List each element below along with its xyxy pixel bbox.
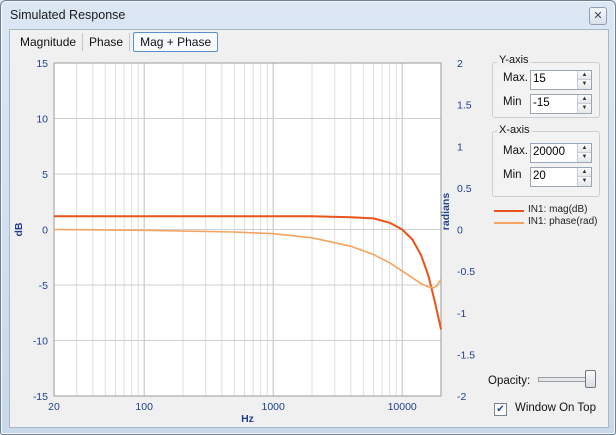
y-right-tick-label: 1 (457, 141, 463, 153)
y-left-tick-label: 10 (36, 114, 48, 126)
y-right-tick-label: 2 (457, 58, 463, 70)
y-right-tick-label: -2 (457, 391, 466, 403)
y-min-up-arrow-icon[interactable]: ▲ (578, 95, 591, 104)
y-right-axis-label: radians (440, 193, 452, 231)
x-min-input[interactable] (531, 168, 579, 184)
y-min-input[interactable] (531, 95, 579, 111)
x-axis-label: Hz (241, 413, 254, 425)
legend-label-phase: IN1: phase(rad) (528, 216, 598, 227)
y-left-axis-label: dB (13, 222, 25, 236)
x-max-stepper[interactable]: ▲ ▼ (530, 143, 592, 163)
y-right-tick-label: -0.5 (457, 266, 475, 278)
checkmark-icon: ✔ (496, 404, 505, 415)
legend-swatch-mag (494, 210, 524, 212)
window-on-top-label: Window On Top (515, 402, 596, 414)
window-on-top-checkbox[interactable]: ✔ (494, 403, 507, 416)
y-left-tick-label: 0 (42, 225, 48, 237)
x-max-spin-buttons: ▲ ▼ (577, 144, 591, 162)
x-tick-label: 10000 (388, 401, 417, 413)
opacity-label: Opacity: (488, 375, 531, 387)
response-chart: 15 10 5 0 -5 -10 -15 2 1.5 1 0.5 0 -0.5 -1 -1.5 -2 20 100… (13, 58, 475, 425)
opacity-slider-thumb[interactable] (585, 370, 596, 388)
x-min-up-arrow-icon[interactable]: ▲ (578, 168, 591, 177)
x-axis-group (492, 131, 600, 197)
y-max-label: Max. (503, 72, 528, 84)
y-left-tick-label: -10 (33, 336, 48, 348)
y-max-spin-buttons: ▲ ▼ (577, 71, 591, 89)
x-min-stepper[interactable]: ▲ ▼ (530, 167, 592, 187)
x-max-up-arrow-icon[interactable]: ▲ (578, 144, 591, 153)
y-min-label: Min (503, 96, 522, 108)
x-max-input[interactable] (531, 144, 579, 160)
x-tick-label: 20 (48, 401, 60, 413)
client-area: Magnitude Phase Mag + Phase 15 10 5 0 -5 -10-… (9, 29, 609, 428)
y-max-down-arrow-icon[interactable]: ▼ (578, 80, 591, 89)
y-left-tick-label: 15 (36, 58, 48, 70)
window-title: Simulated Response (10, 8, 126, 22)
y-left-tick-label: 5 (42, 169, 48, 181)
x-tick-label: 100 (135, 401, 153, 413)
y-right-tick-label: -1.5 (457, 349, 475, 361)
x-min-spin-buttons: ▲ ▼ (577, 168, 591, 186)
y-axis-group-title: Y-axis (497, 54, 531, 66)
y-min-stepper[interactable]: ▲ ▼ (530, 94, 592, 114)
y-right-tick-label: 0.5 (457, 183, 472, 195)
y-left-tick-label: -15 (33, 391, 48, 403)
x-axis-group-title: X-axis (497, 124, 532, 136)
y-max-up-arrow-icon[interactable]: ▲ (578, 71, 591, 80)
y-min-down-arrow-icon[interactable]: ▼ (578, 104, 591, 113)
y-max-stepper[interactable]: ▲ ▼ (530, 70, 592, 90)
x-min-label: Min (503, 169, 522, 181)
y-right-tick-label: 1.5 (457, 100, 472, 112)
y-max-input[interactable] (531, 71, 579, 87)
legend-swatch-phase (494, 222, 524, 224)
y-min-spin-buttons: ▲ ▼ (577, 95, 591, 113)
simulated-response-window: Simulated Response ✕ Magnitude Phase Mag… (0, 0, 616, 435)
legend-label-mag: IN1: mag(dB) (528, 204, 588, 215)
x-max-label: Max. (503, 145, 528, 157)
x-max-down-arrow-icon[interactable]: ▼ (578, 153, 591, 162)
title-bar[interactable]: Simulated Response ✕ (1, 1, 615, 29)
y-right-tick-label: -1 (457, 308, 466, 320)
x-tick-label: 1000 (261, 401, 285, 413)
y-right-tick-label: 0 (457, 225, 463, 237)
close-button[interactable]: ✕ (589, 7, 607, 25)
y-left-tick-label: -5 (39, 280, 48, 292)
x-min-down-arrow-icon[interactable]: ▼ (578, 177, 591, 186)
